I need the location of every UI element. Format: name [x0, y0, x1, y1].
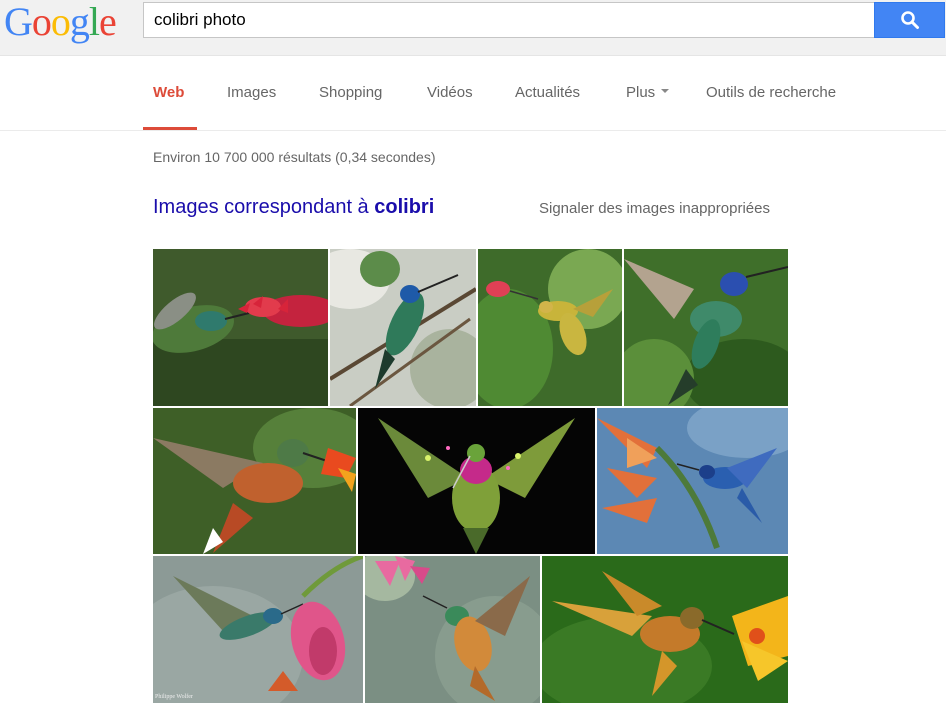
image-thumbnail[interactable]	[478, 249, 622, 406]
caret-down-icon	[661, 89, 670, 94]
images-heading-prefix: Images correspondant à	[153, 196, 375, 218]
logo-letter: o	[50, 0, 71, 44]
tab-more[interactable]: Plus	[626, 84, 670, 101]
search-button[interactable]	[874, 2, 945, 38]
google-logo[interactable]: Google	[4, 0, 117, 44]
image-thumbnail[interactable]	[153, 408, 356, 554]
hummingbird-image	[478, 249, 622, 406]
active-tab-indicator	[143, 127, 197, 130]
hummingbird-image	[153, 249, 328, 406]
hummingbird-image	[153, 556, 363, 703]
tab-search-tools[interactable]: Outils de recherche	[706, 84, 836, 101]
search-icon	[900, 11, 919, 29]
tab-news[interactable]: Actualités	[515, 84, 580, 101]
search-nav: Web Images Shopping Vidéos Actualités Pl…	[0, 56, 946, 131]
hummingbird-image	[358, 408, 595, 554]
tab-images[interactable]: Images	[227, 84, 276, 101]
tab-more-label: Plus	[626, 84, 656, 101]
image-thumbnail[interactable]	[358, 408, 595, 554]
watermark-text: Philippe Wolfer	[155, 694, 193, 700]
hummingbird-image	[542, 556, 788, 703]
logo-letter: l	[88, 0, 100, 44]
tab-web[interactable]: Web	[153, 84, 184, 101]
logo-letter: g	[69, 0, 90, 44]
logo-letter: o	[31, 0, 52, 44]
image-thumbnail[interactable]	[153, 249, 328, 406]
tab-videos[interactable]: Vidéos	[427, 84, 473, 101]
images-heading-link[interactable]: Images correspondant à colibri	[153, 196, 434, 219]
logo-letter: e	[99, 0, 117, 44]
hummingbird-image	[597, 408, 788, 554]
hummingbird-image	[365, 556, 540, 703]
hummingbird-image	[330, 249, 476, 406]
image-thumbnail[interactable]: Philippe Wolfer	[153, 556, 363, 703]
search-input[interactable]: colibri photo	[143, 2, 874, 38]
result-stats: Environ 10 700 000 résultats (0,34 secon…	[153, 149, 436, 165]
logo-letter: G	[4, 0, 33, 44]
tab-shopping[interactable]: Shopping	[319, 84, 382, 101]
image-thumbnail[interactable]	[365, 556, 540, 703]
images-heading-term: colibri	[374, 196, 435, 218]
hummingbird-image	[153, 408, 356, 554]
top-bar: Google colibri photo	[0, 0, 946, 56]
image-thumbnail[interactable]	[542, 556, 788, 703]
image-thumbnail[interactable]	[330, 249, 476, 406]
hummingbird-image	[624, 249, 788, 406]
report-images-link[interactable]: Signaler des images inappropriées	[539, 200, 770, 217]
image-thumbnail[interactable]	[597, 408, 788, 554]
image-thumbnail[interactable]	[624, 249, 788, 406]
